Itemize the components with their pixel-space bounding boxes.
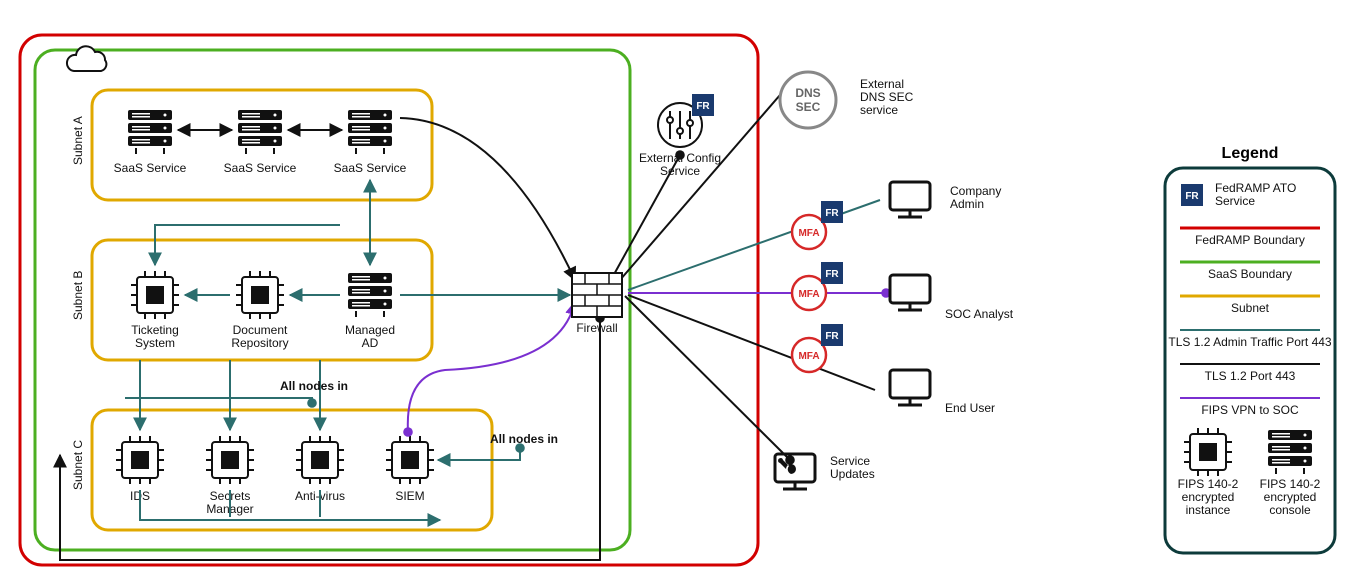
subnet-a: Subnet A SaaS Service SaaS Service SaaS …: [71, 90, 432, 200]
dnssec: DNSSEC ExternalDNS SECservice: [780, 72, 914, 128]
svg-text:TLS 1.2 Port 443: TLS 1.2 Port 443: [1205, 369, 1296, 383]
external-config-service: External ConfigService: [639, 94, 721, 178]
svg-text:End User: End User: [945, 401, 995, 415]
svg-text:DNSSEC: DNSSEC: [795, 86, 820, 114]
svg-text:External ConfigService: External ConfigService: [639, 151, 721, 178]
svg-text:SaaS Service: SaaS Service: [224, 161, 297, 175]
svg-text:FedRAMP ATOService: FedRAMP ATOService: [1215, 181, 1296, 208]
svg-text:CompanyAdmin: CompanyAdmin: [950, 184, 1001, 211]
svg-text:ManagedAD: ManagedAD: [345, 323, 395, 350]
firewall: Firewall: [572, 273, 622, 335]
subnet-c: Subnet C IDS SecretsManager Anti-virus S…: [71, 410, 492, 530]
svg-text:ExternalDNS SECservice: ExternalDNS SECservice: [860, 77, 914, 117]
admin-traffic-lines: All nodes in All nodes in: [125, 180, 570, 520]
svg-text:Subnet: Subnet: [1231, 301, 1270, 315]
svg-text:SaaS Service: SaaS Service: [114, 161, 187, 175]
svg-text:SaaS Boundary: SaaS Boundary: [1208, 267, 1292, 281]
svg-text:SOC Analyst: SOC Analyst: [945, 307, 1014, 321]
svg-text:Subnet C: Subnet C: [71, 440, 85, 490]
company-admin: CompanyAdmin: [792, 182, 1001, 249]
architecture-diagram: FR MFA Subnet A SaaS Service SaaS Servic…: [0, 0, 1348, 579]
svg-text:Subnet B: Subnet B: [71, 271, 85, 320]
svg-text:Subnet A: Subnet A: [71, 116, 85, 165]
svg-text:ServiceUpdates: ServiceUpdates: [830, 454, 875, 481]
svg-text:DocumentRepository: DocumentRepository: [231, 323, 288, 350]
svg-text:Legend: Legend: [1222, 145, 1279, 162]
svg-text:SaaS Service: SaaS Service: [334, 161, 407, 175]
svg-text:TicketingSystem: TicketingSystem: [131, 323, 179, 350]
svg-text:SIEM: SIEM: [395, 489, 424, 503]
subnet-b: Subnet B TicketingSystem DocumentReposit…: [71, 240, 432, 360]
svg-text:TLS 1.2 Admin Traffic Port 443: TLS 1.2 Admin Traffic Port 443: [1168, 335, 1332, 349]
svg-text:All nodes in: All nodes in: [280, 379, 348, 393]
svg-text:Firewall: Firewall: [576, 321, 617, 335]
svg-text:FIPS 140-2encryptedinstance: FIPS 140-2encryptedinstance: [1178, 477, 1239, 517]
soc-analyst: SOC Analyst: [792, 262, 1014, 321]
svg-text:FedRAMP Boundary: FedRAMP Boundary: [1195, 233, 1305, 247]
legend: Legend FedRAMP ATOService FedRAMP Bounda…: [1165, 145, 1335, 553]
svg-text:All nodes in: All nodes in: [490, 432, 558, 446]
svg-text:FIPS VPN to SOC: FIPS VPN to SOC: [1201, 403, 1299, 417]
svg-text:FIPS 140-2encryptedconsole: FIPS 140-2encryptedconsole: [1260, 477, 1321, 517]
